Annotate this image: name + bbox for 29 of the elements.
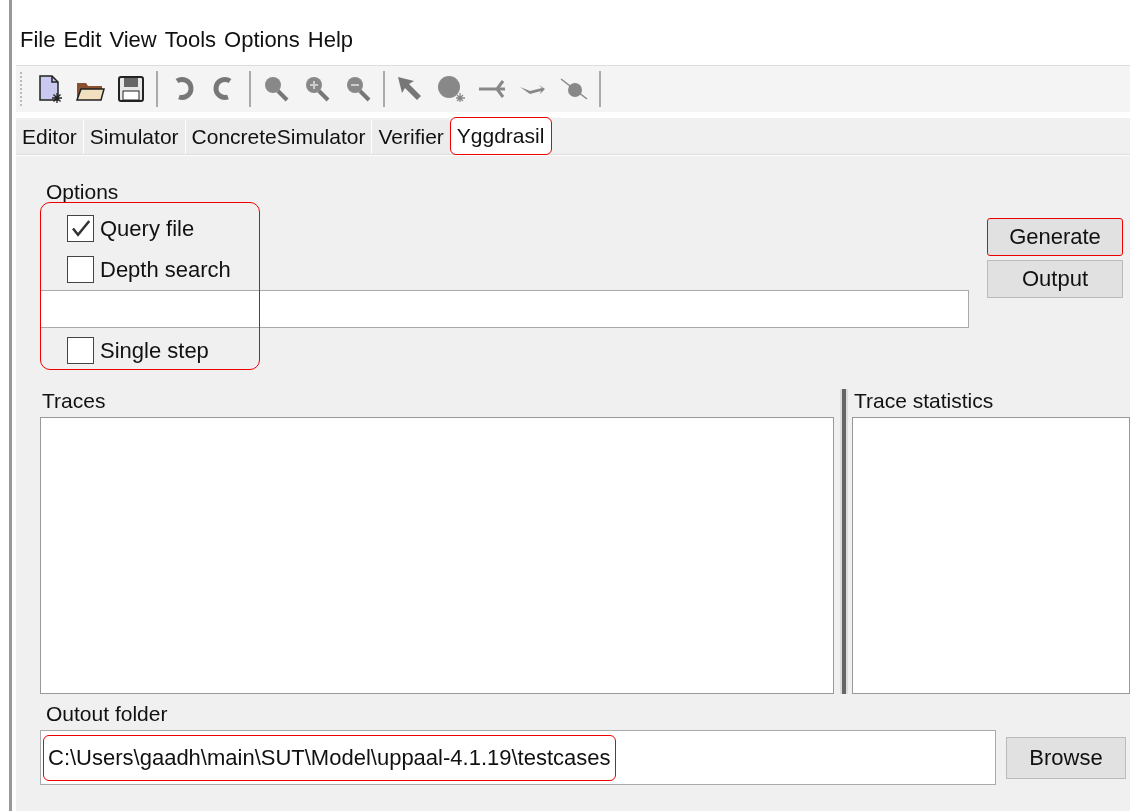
splitter-handle[interactable] <box>840 389 848 694</box>
checkbox-label[interactable]: Depth search <box>100 256 231 283</box>
menu-item[interactable]: File <box>20 27 56 61</box>
menu-item[interactable]: Options <box>224 27 300 61</box>
section-label: Outout folder <box>45 702 169 726</box>
path-field[interactable]: C:\Users\gaadh\main\SUT\Model\uppaal-4.1.19\testcases <box>40 730 996 785</box>
checkbox[interactable] <box>67 215 94 242</box>
tab[interactable]: Simulator <box>83 120 186 154</box>
tab[interactable]: Verifier <box>372 120 451 154</box>
input-field[interactable] <box>40 290 969 328</box>
menu-item[interactable]: Edit <box>63 27 102 61</box>
browse-button[interactable]: Browse <box>1006 736 1126 779</box>
section-label: Traces <box>41 389 107 413</box>
circle-icon[interactable] <box>435 73 467 105</box>
tab[interactable]: Yggdrasil <box>450 118 552 154</box>
button[interactable]: Output <box>987 260 1123 298</box>
button[interactable]: Generate <box>987 218 1123 256</box>
tab[interactable]: ConcreteSimulator <box>185 120 373 154</box>
section-label: Options <box>45 180 120 204</box>
checkbox[interactable] <box>67 337 94 364</box>
menu-item[interactable]: Tools <box>164 27 217 61</box>
checkbox-label[interactable]: Single step <box>100 337 209 364</box>
tab[interactable]: Editor <box>16 120 84 154</box>
section-label: Trace statistics <box>853 389 995 413</box>
checkbox[interactable] <box>67 256 94 283</box>
checkbox-label[interactable]: Query file <box>100 215 195 242</box>
menu-item[interactable]: View <box>109 27 157 61</box>
path-text: C:\Users\gaadh\main\SUT\Model\uppaal-4.1.19\testcases <box>43 734 616 781</box>
menu-item[interactable]: Help <box>307 27 354 61</box>
